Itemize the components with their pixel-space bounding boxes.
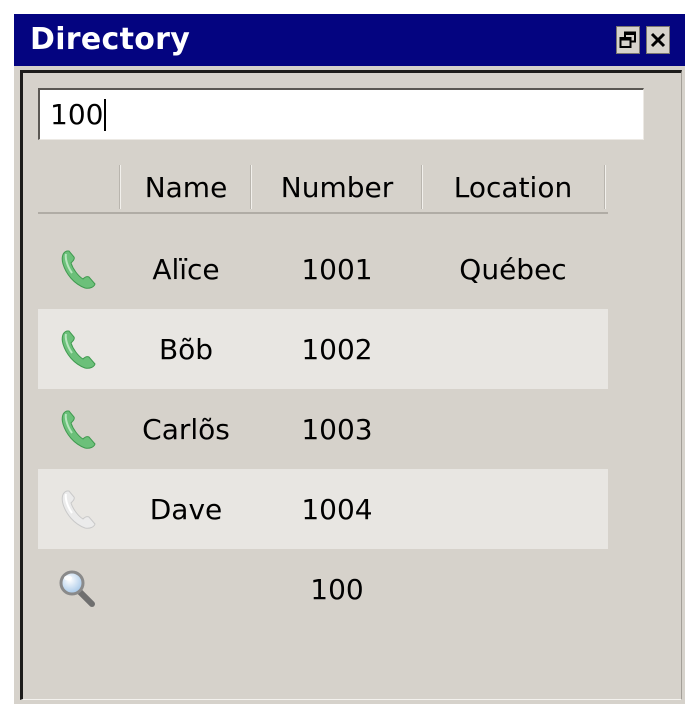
cell-number: 1003 xyxy=(301,412,373,446)
cell-location xyxy=(424,389,602,469)
cell-location xyxy=(424,309,602,389)
cell-number: 1004 xyxy=(301,492,373,526)
float-icon xyxy=(619,31,636,48)
magnifier-icon xyxy=(38,549,118,629)
cell-name: Bõb xyxy=(158,332,214,366)
header-separator[interactable] xyxy=(250,165,252,209)
table-row[interactable]: Bõb 1002 xyxy=(38,309,608,389)
phone-available-icon xyxy=(38,389,118,469)
title-bar[interactable]: Directory xyxy=(14,14,685,66)
column-header-number[interactable]: Number xyxy=(253,161,421,213)
table-row[interactable]: Alïce 1001 Québec xyxy=(38,229,608,309)
close-button[interactable] xyxy=(646,26,670,54)
cell-number: 1001 xyxy=(301,252,373,286)
column-header-name[interactable]: Name xyxy=(122,161,250,213)
cell-number: 100 xyxy=(310,572,364,606)
header-separator[interactable] xyxy=(421,165,423,209)
cell-name: Carlõs xyxy=(142,412,230,446)
cell-name: Dave xyxy=(149,492,223,526)
cell-name: Alïce xyxy=(152,252,220,286)
cell-location xyxy=(424,469,602,549)
header-separator[interactable] xyxy=(119,165,121,209)
column-header-location[interactable]: Location xyxy=(424,161,602,213)
table-row[interactable]: 100 xyxy=(38,549,608,629)
cell-location xyxy=(424,549,602,629)
phone-available-icon xyxy=(38,229,118,309)
cell-name xyxy=(122,549,250,629)
table-header: Name Number Location xyxy=(38,161,608,214)
search-input[interactable]: 100 xyxy=(38,88,644,140)
table-row[interactable]: Carlõs 1003 xyxy=(38,389,608,469)
cell-number: 1002 xyxy=(301,332,373,366)
float-button[interactable] xyxy=(616,26,640,54)
table-row[interactable]: Dave 1004 xyxy=(38,469,608,549)
cell-location: Québec xyxy=(459,252,567,286)
search-input-value: 100 xyxy=(50,97,104,131)
close-icon xyxy=(650,32,666,48)
phone-unavailable-icon xyxy=(38,469,118,549)
phone-available-icon xyxy=(38,309,118,389)
window-title: Directory xyxy=(30,22,191,57)
text-caret xyxy=(104,98,107,131)
header-separator[interactable] xyxy=(604,165,606,209)
